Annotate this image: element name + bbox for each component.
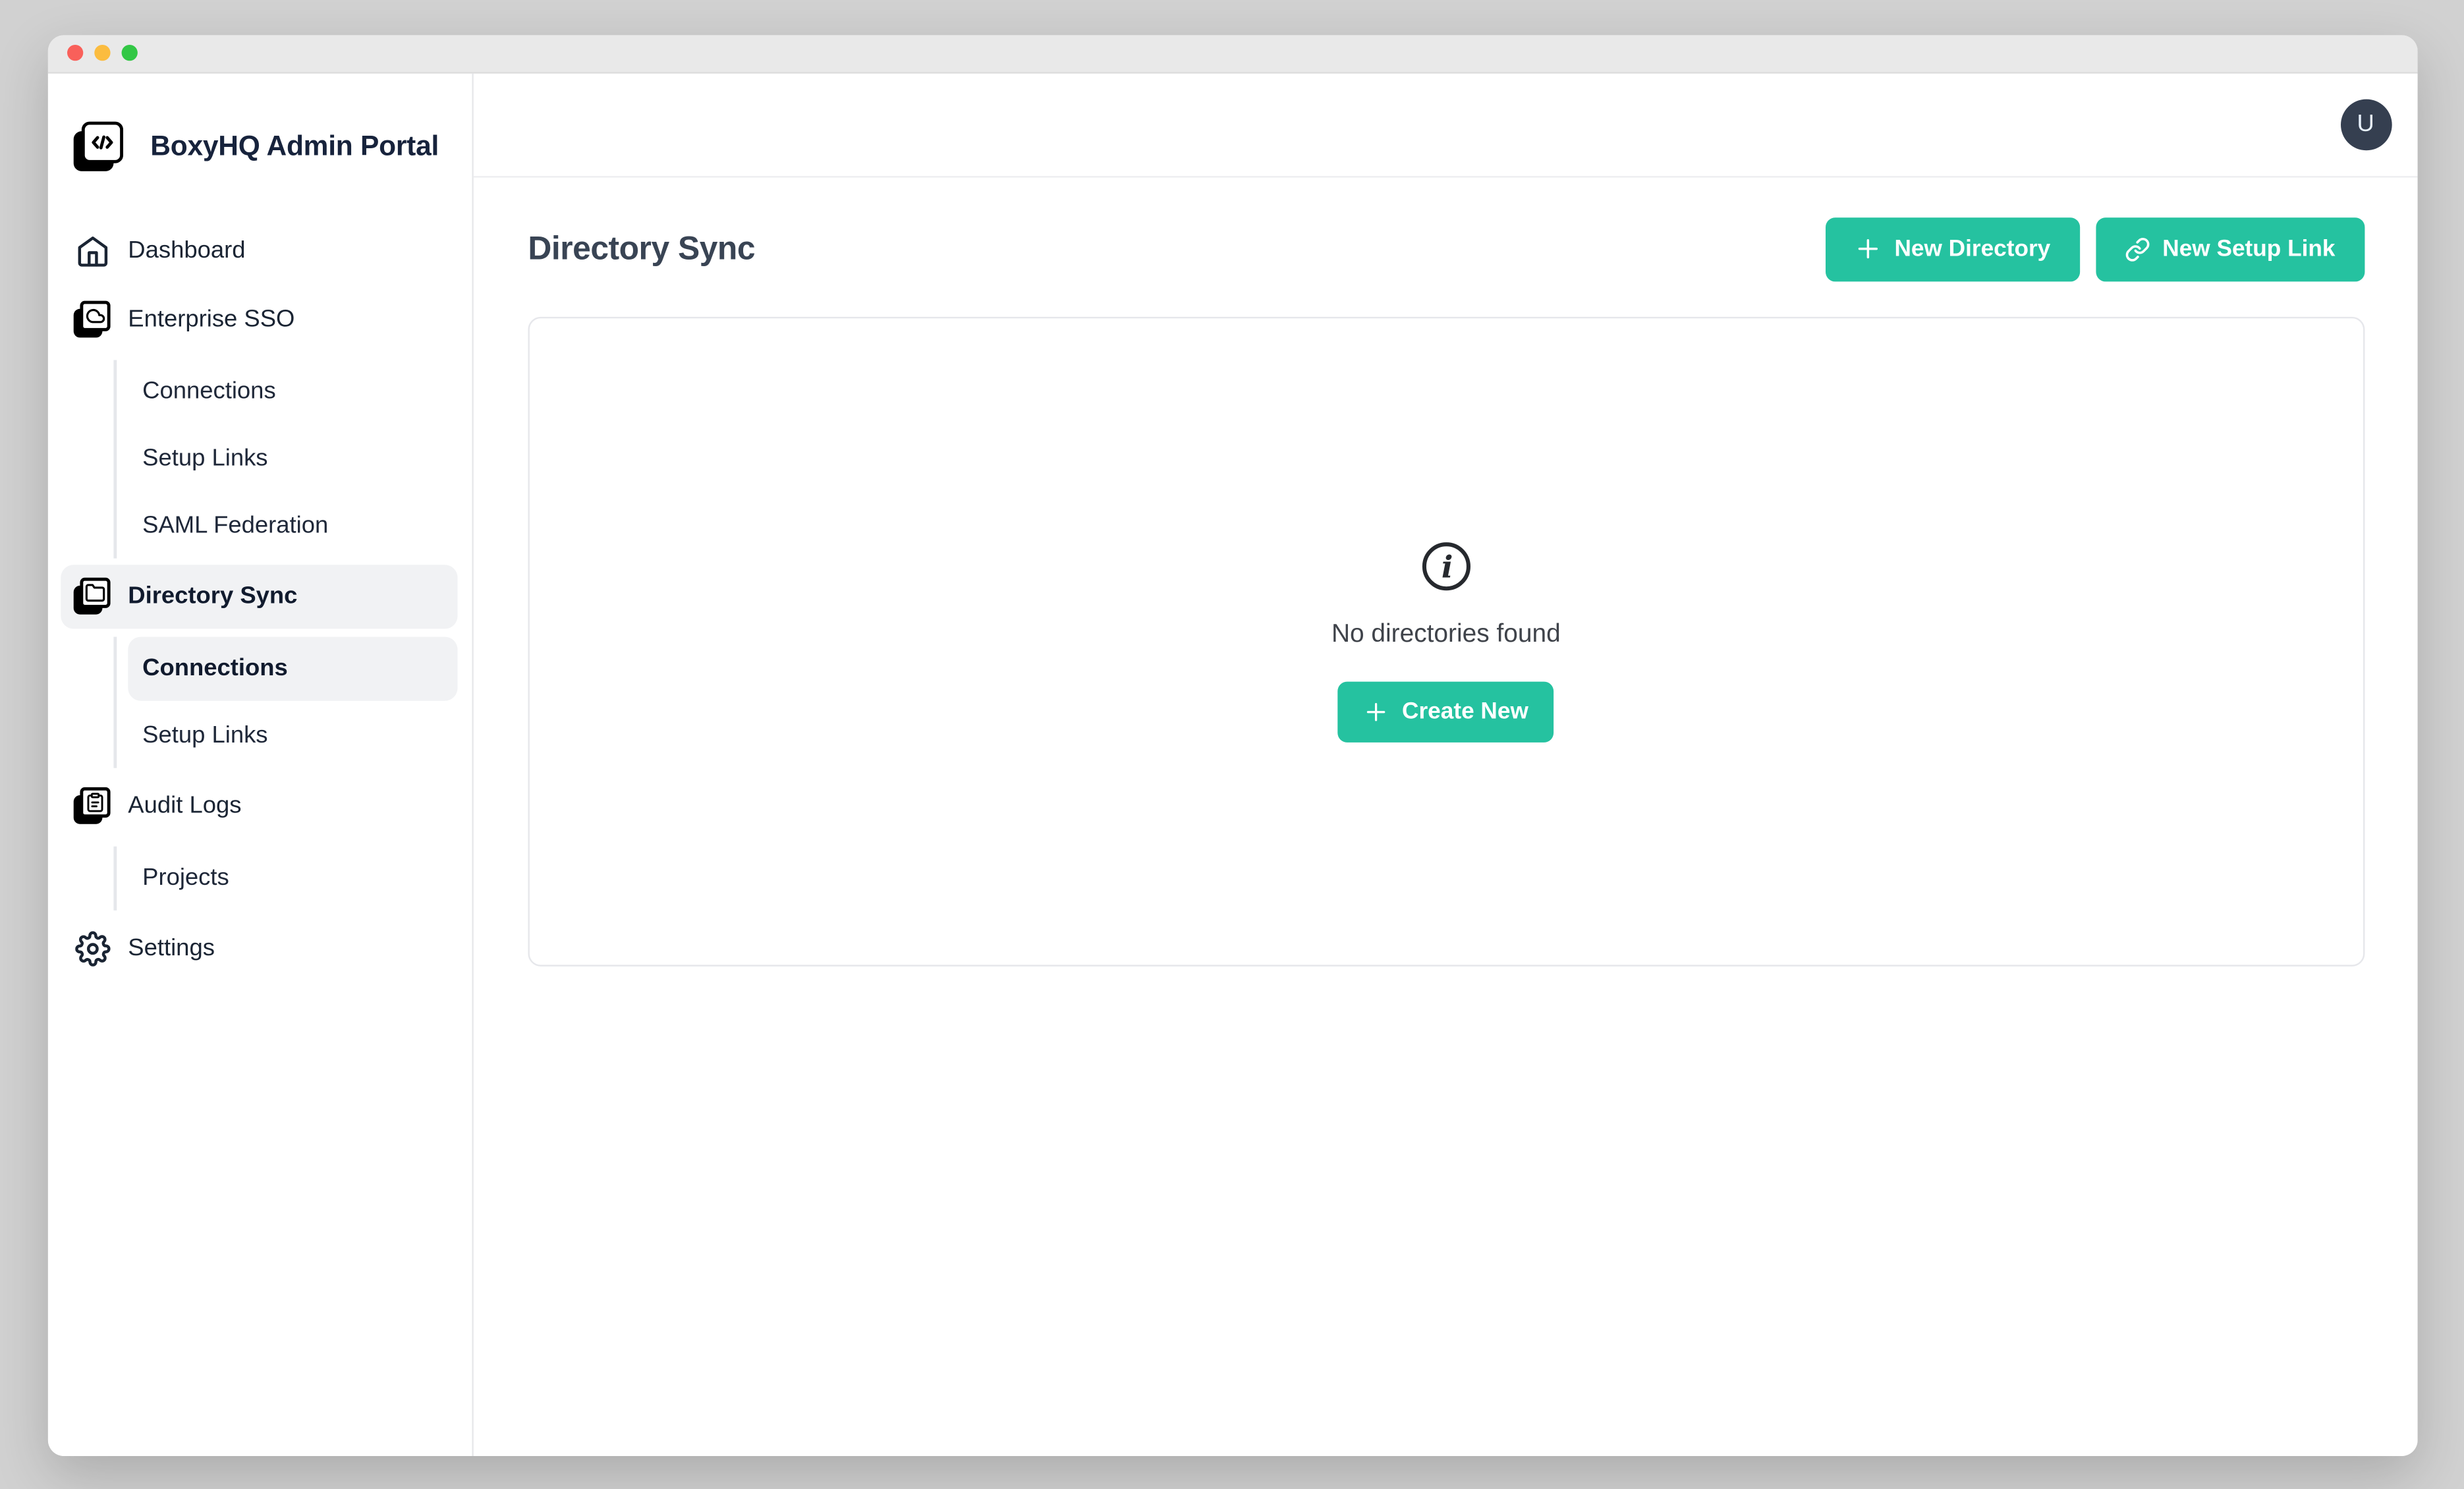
sidebar-item-label: Directory Sync — [128, 582, 297, 609]
sidebar-item-label: Dashboard — [128, 237, 245, 264]
directory-folder-box-icon — [74, 578, 111, 615]
new-directory-button[interactable]: New Directory — [1826, 217, 2079, 281]
brand-title: BoxyHQ Admin Portal — [150, 123, 439, 169]
link-icon — [2124, 236, 2150, 262]
sidebar-nav: Dashboard Enterprise SSO — [61, 219, 457, 985]
sso-cloud-box-icon — [74, 301, 111, 338]
avatar-letter: U — [2357, 111, 2374, 138]
topbar: U — [474, 73, 2417, 177]
directory-sync-subnav: Connections Setup Links — [113, 636, 457, 767]
desktop: BoxyHQ Admin Portal Dashboard — [0, 0, 2464, 1489]
sidebar-item-enterprise-sso[interactable]: Enterprise SSO — [61, 287, 457, 351]
sidebar-subitem-saml-federation[interactable]: SAML Federation — [128, 493, 457, 557]
boxyhq-logo-icon — [74, 121, 123, 170]
sidebar-item-audit-logs[interactable]: Audit Logs — [61, 773, 457, 837]
gear-icon — [74, 930, 111, 967]
sidebar-subitem-sso-setup-links[interactable]: Setup Links — [128, 426, 457, 490]
sidebar-subitem-dsync-setup-links[interactable]: Setup Links — [128, 703, 457, 767]
close-window-icon[interactable] — [67, 45, 83, 61]
sidebar-item-label: Settings — [128, 934, 215, 961]
enterprise-sso-subnav: Connections Setup Links SAML Federation — [113, 359, 457, 557]
new-setup-link-button[interactable]: New Setup Link — [2095, 217, 2364, 281]
new-setup-link-label: New Setup Link — [2162, 236, 2335, 262]
sidebar-subitem-sso-connections[interactable]: Connections — [128, 359, 457, 423]
sidebar-item-label: Audit Logs — [128, 792, 241, 819]
sidebar-subitem-label: Connections — [142, 378, 276, 405]
plus-icon — [1855, 235, 1882, 262]
page-title: Directory Sync — [528, 230, 755, 268]
plus-icon — [1364, 699, 1389, 725]
empty-state-message: No directories found — [1331, 621, 1561, 650]
sidebar-item-settings[interactable]: Settings — [61, 916, 457, 980]
window-titlebar — [48, 34, 2417, 72]
content-column: U Directory Sync New Directory — [474, 73, 2417, 1455]
sidebar-subitem-projects[interactable]: Projects — [128, 846, 457, 910]
new-directory-label: New Directory — [1894, 236, 2050, 262]
sidebar-item-dashboard[interactable]: Dashboard — [61, 219, 457, 283]
sidebar-subitem-label: Projects — [142, 864, 229, 891]
page-header: Directory Sync New Directory — [528, 217, 2364, 281]
app-body: BoxyHQ Admin Portal Dashboard — [48, 73, 2417, 1455]
sidebar-subitem-label: Connections — [142, 654, 288, 681]
info-icon: i — [1419, 539, 1474, 594]
sidebar-subitem-label: SAML Federation — [142, 512, 328, 539]
audit-logs-subnav: Projects — [113, 846, 457, 910]
sidebar-subitem-label: Setup Links — [142, 721, 267, 748]
minimize-window-icon[interactable] — [94, 45, 110, 61]
sidebar-subitem-dsync-connections[interactable]: Connections — [128, 636, 457, 700]
audit-clipboard-box-icon — [74, 787, 111, 824]
zoom-window-icon[interactable] — [122, 45, 138, 61]
main-area: Directory Sync New Directory — [474, 177, 2417, 1455]
sidebar-subitem-label: Setup Links — [142, 445, 267, 472]
page-actions: New Directory New Setup Link — [1826, 217, 2364, 281]
brand: BoxyHQ Admin Portal — [74, 121, 458, 170]
home-icon — [74, 232, 111, 269]
create-new-label: Create New — [1402, 699, 1528, 725]
user-avatar[interactable]: U — [2340, 98, 2392, 150]
sidebar-item-label: Enterprise SSO — [128, 306, 294, 333]
directories-empty-card: i No directories found Create New — [528, 316, 2364, 966]
sidebar: BoxyHQ Admin Portal Dashboard — [48, 73, 474, 1455]
app-window: BoxyHQ Admin Portal Dashboard — [48, 34, 2417, 1455]
sidebar-item-directory-sync[interactable]: Directory Sync — [61, 564, 457, 628]
svg-text:i: i — [1441, 549, 1453, 585]
create-new-button[interactable]: Create New — [1338, 682, 1554, 743]
